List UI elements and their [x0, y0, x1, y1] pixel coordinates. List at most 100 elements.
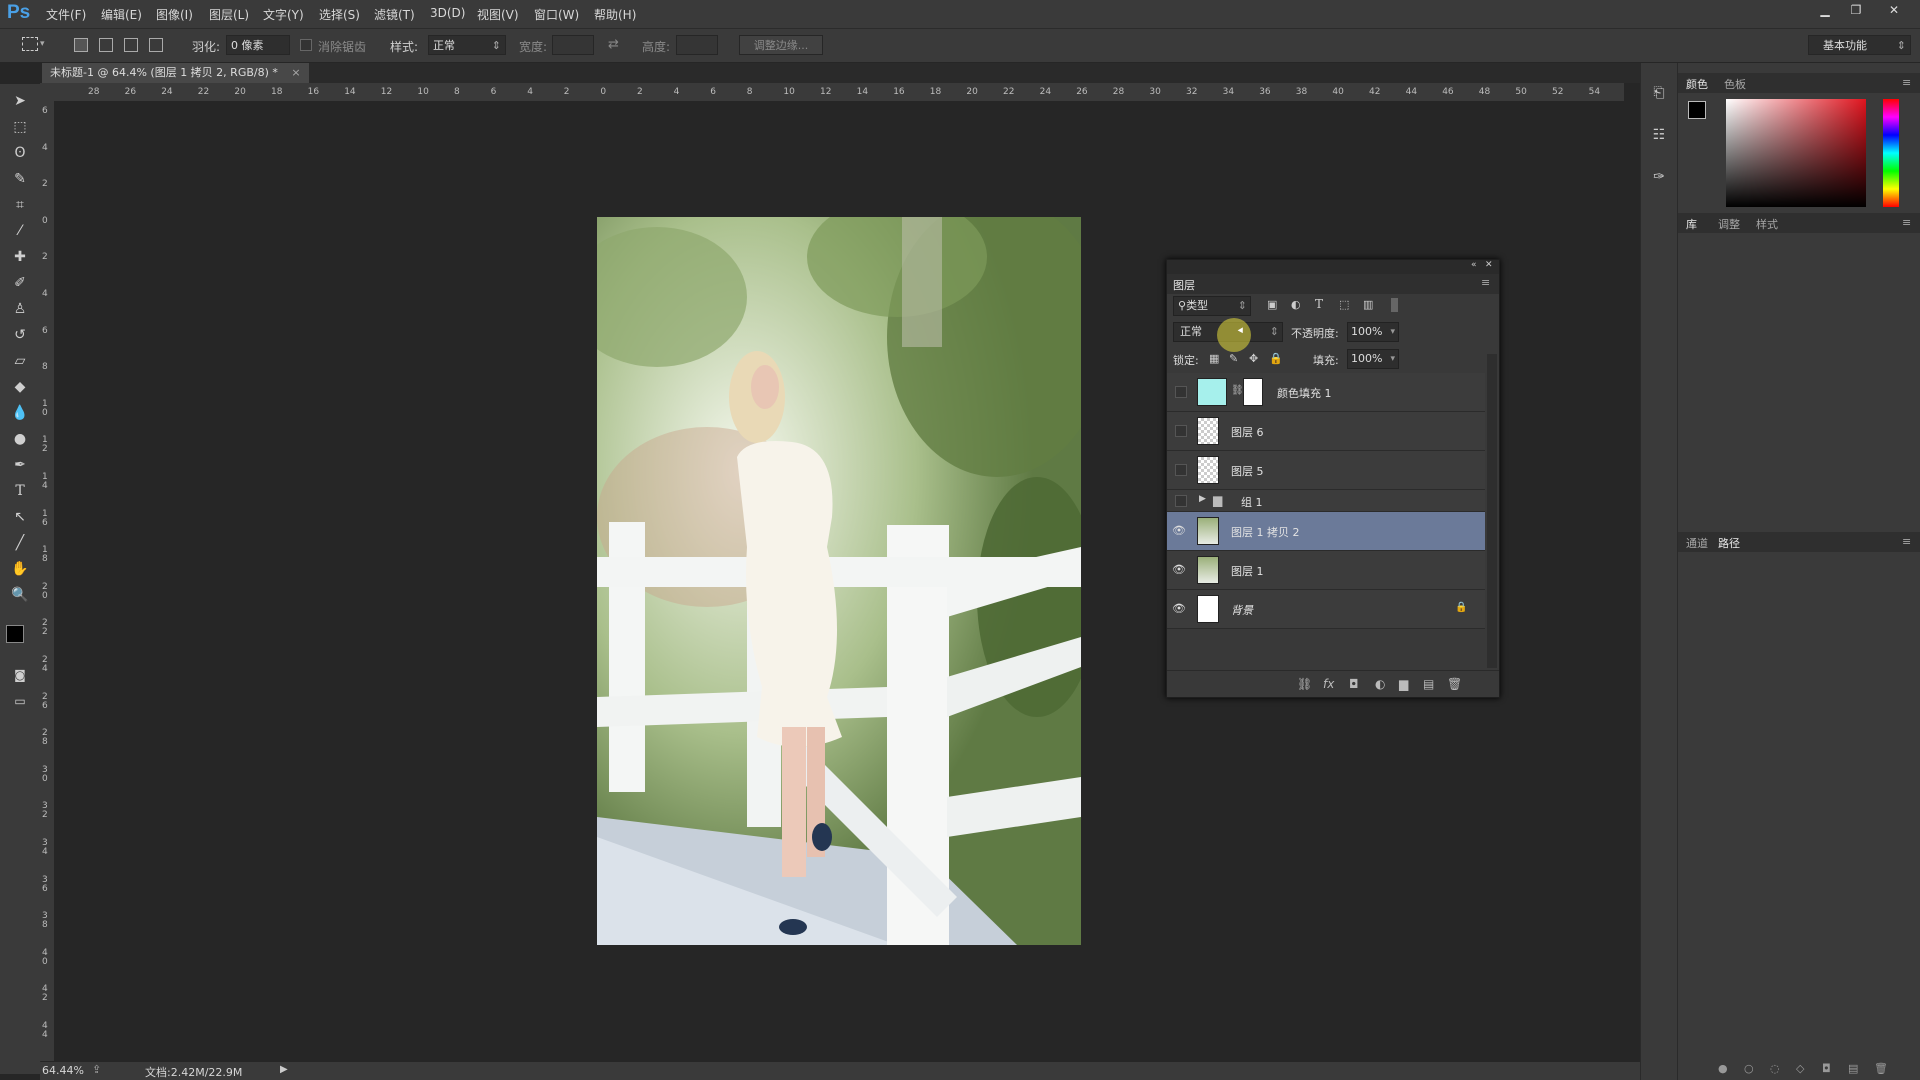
- marquee-tool-icon[interactable]: [22, 37, 38, 51]
- lasso-tool-icon[interactable]: ʘ: [7, 142, 33, 164]
- zoom-tool-icon[interactable]: 🔍: [7, 584, 33, 606]
- layer-row[interactable]: 图层 6: [1167, 412, 1485, 451]
- add-mask-icon[interactable]: ◘: [1822, 1062, 1831, 1075]
- tab-paths[interactable]: 路径: [1718, 535, 1740, 551]
- visibility-toggle[interactable]: [1175, 495, 1187, 507]
- path-select-tool-icon[interactable]: ↖: [7, 506, 33, 528]
- swap-icon[interactable]: ⇄: [608, 37, 619, 52]
- menu-file[interactable]: 文件(F): [46, 6, 86, 23]
- eye-icon[interactable]: 👁: [1172, 602, 1186, 616]
- quick-mask-icon[interactable]: ◙: [7, 664, 33, 686]
- minimize-icon[interactable]: ▁: [1815, 3, 1835, 19]
- lock-transparent-icon[interactable]: ▦: [1209, 352, 1219, 365]
- status-menu-arrow-icon[interactable]: ▶: [280, 1064, 288, 1075]
- menu-type[interactable]: 文字(Y): [263, 6, 304, 23]
- lock-all-icon[interactable]: 🔒: [1269, 352, 1283, 365]
- layer-row-selected[interactable]: 👁 图层 1 拷贝 2: [1167, 512, 1485, 551]
- color-picker-field[interactable]: [1726, 99, 1866, 207]
- brush-tool-icon[interactable]: ✐: [7, 272, 33, 294]
- menu-image[interactable]: 图像(I): [156, 6, 193, 23]
- expand-group-icon[interactable]: ▶: [1199, 494, 1206, 504]
- zoom-level[interactable]: 64.44%: [42, 1064, 84, 1077]
- close-icon[interactable]: ✕: [1884, 3, 1904, 19]
- eye-icon[interactable]: 👁: [1172, 524, 1186, 538]
- menu-layer[interactable]: 图层(L): [209, 6, 249, 23]
- crop-tool-icon[interactable]: ⌗: [7, 194, 33, 216]
- menu-help[interactable]: 帮助(H): [594, 6, 636, 23]
- tab-color[interactable]: 颜色: [1686, 76, 1708, 92]
- tab-layers[interactable]: 图层: [1173, 277, 1195, 293]
- antialias-checkbox[interactable]: [300, 39, 312, 51]
- clone-stamp-tool-icon[interactable]: ♙: [7, 298, 33, 320]
- layer-group-row[interactable]: ▶ ▆ 组 1: [1167, 490, 1485, 512]
- paint-bucket-tool-icon[interactable]: ◆: [7, 376, 33, 398]
- delete-path-icon[interactable]: 🗑: [1874, 1062, 1888, 1075]
- eye-icon[interactable]: 👁: [1172, 563, 1186, 577]
- lock-position-icon[interactable]: ✥: [1249, 352, 1258, 365]
- filter-pixel-icon[interactable]: ▣: [1267, 298, 1277, 311]
- link-chain-icon[interactable]: ⛓: [1231, 385, 1244, 396]
- layer-row-background[interactable]: 👁 背景 🔒: [1167, 590, 1485, 629]
- filter-toggle[interactable]: [1391, 298, 1398, 312]
- refine-edge-button[interactable]: 调整边缘...: [739, 35, 823, 55]
- menu-select[interactable]: 选择(S): [319, 6, 360, 23]
- tab-channels[interactable]: 通道: [1686, 535, 1708, 551]
- filter-adjustment-icon[interactable]: ◐: [1291, 298, 1301, 311]
- export-icon[interactable]: ⇪: [92, 1063, 101, 1076]
- eraser-tool-icon[interactable]: ▱: [7, 350, 33, 372]
- pen-tool-icon[interactable]: ✒: [7, 454, 33, 476]
- menu-window[interactable]: 窗口(W): [534, 6, 579, 23]
- width-input[interactable]: [552, 35, 594, 55]
- lock-pixels-icon[interactable]: ✎: [1229, 352, 1238, 365]
- style-select[interactable]: 正常 ⇕: [428, 35, 506, 55]
- menu-view[interactable]: 视图(V): [477, 6, 519, 23]
- load-selection-icon[interactable]: ◌: [1770, 1062, 1780, 1075]
- tab-libraries[interactable]: 库: [1686, 216, 1697, 232]
- layer-row[interactable]: 图层 5: [1167, 451, 1485, 490]
- add-selection-icon[interactable]: [99, 38, 113, 52]
- properties-panel-icon[interactable]: ☷: [1650, 127, 1668, 145]
- fill-path-icon[interactable]: ●: [1718, 1062, 1728, 1075]
- new-layer-icon[interactable]: ▤: [1423, 677, 1434, 691]
- opacity-input[interactable]: 100% ▾: [1347, 322, 1399, 342]
- workspace-select[interactable]: 基本功能 ⇕: [1808, 35, 1911, 55]
- screen-mode-icon[interactable]: ▭: [7, 690, 33, 712]
- foreground-color-swatch[interactable]: [1688, 101, 1706, 119]
- hue-slider[interactable]: [1883, 99, 1899, 207]
- new-path-icon[interactable]: ▤: [1848, 1062, 1858, 1075]
- new-group-icon[interactable]: ▆: [1399, 677, 1408, 691]
- intersect-selection-icon[interactable]: [149, 38, 163, 52]
- delete-layer-icon[interactable]: 🗑: [1447, 677, 1462, 691]
- layer-row[interactable]: 👁 图层 1: [1167, 551, 1485, 590]
- menu-filter[interactable]: 滤镜(T): [374, 6, 415, 23]
- close-tab-icon[interactable]: ×: [291, 66, 300, 79]
- document-tab[interactable]: 未标题-1 @ 64.4% (图层 1 拷贝 2, RGB/8) * ×: [42, 63, 309, 83]
- filter-smart-object-icon[interactable]: ▥: [1363, 298, 1373, 311]
- filter-shape-icon[interactable]: ⬚: [1339, 298, 1349, 311]
- history-brush-tool-icon[interactable]: ↺: [7, 324, 33, 346]
- layer-filter-select[interactable]: ⚲类型 ⇕: [1173, 296, 1251, 316]
- panel-menu-icon[interactable]: ≡: [1902, 535, 1911, 548]
- tab-adjustments[interactable]: 调整: [1718, 216, 1740, 232]
- blur-tool-icon[interactable]: 💧: [7, 402, 33, 424]
- panel-menu-icon[interactable]: ≡: [1481, 276, 1490, 289]
- healing-brush-tool-icon[interactable]: ✚: [7, 246, 33, 268]
- tab-styles[interactable]: 样式: [1756, 216, 1778, 232]
- panel-menu-icon[interactable]: ≡: [1902, 216, 1911, 229]
- adjustment-layer-icon[interactable]: ◐: [1375, 677, 1385, 691]
- foreground-color-swatch[interactable]: [6, 625, 24, 643]
- tab-swatches[interactable]: 色板: [1724, 76, 1746, 92]
- eyedropper-tool-icon[interactable]: ⁄: [7, 220, 33, 242]
- history-panel-icon[interactable]: ⎗: [1650, 85, 1668, 103]
- fill-input[interactable]: 100% ▾: [1347, 349, 1399, 369]
- quick-select-tool-icon[interactable]: ✎: [7, 168, 33, 190]
- visibility-toggle[interactable]: [1175, 425, 1187, 437]
- paragraph-panel-icon[interactable]: ✑: [1650, 169, 1668, 187]
- move-tool-icon[interactable]: ➤: [7, 90, 33, 112]
- filter-type-icon[interactable]: T: [1315, 297, 1323, 311]
- layers-panel-header[interactable]: « ✕: [1167, 260, 1499, 274]
- panel-menu-icon[interactable]: ≡: [1902, 76, 1911, 89]
- fx-icon[interactable]: fx: [1323, 677, 1334, 691]
- visibility-toggle[interactable]: [1175, 386, 1187, 398]
- menu-3d[interactable]: 3D(D): [430, 6, 465, 20]
